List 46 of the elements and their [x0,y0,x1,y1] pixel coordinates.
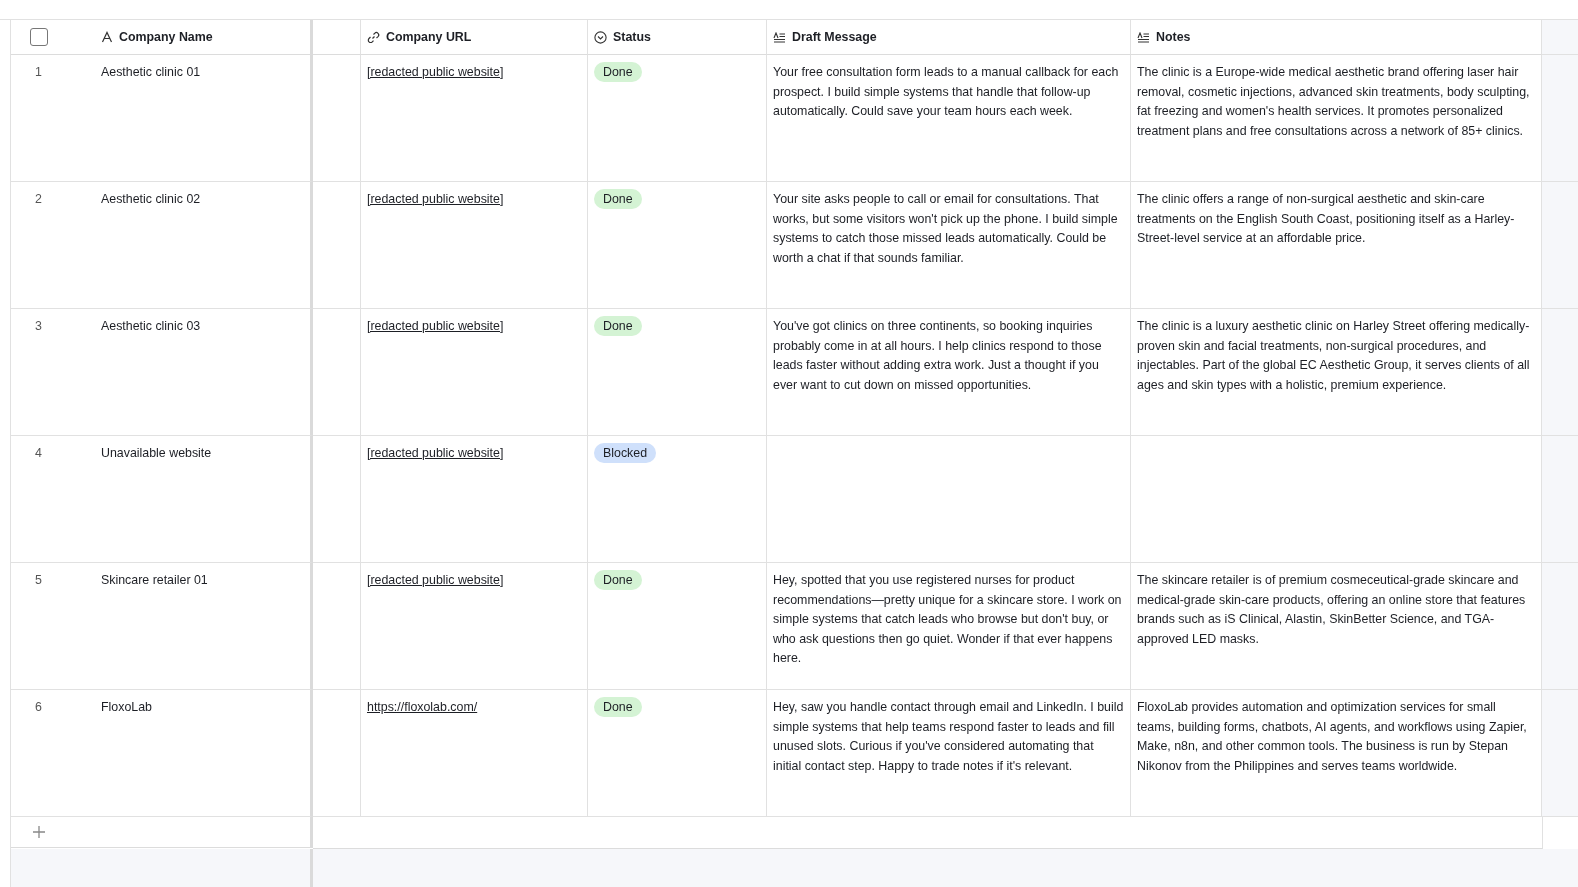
status-tag: Done [594,697,642,717]
status-tag: Done [594,316,642,336]
notes-text: The clinic offers a range of non-surgical aesthetic and skin-care treatments on the English South Coast, positioning itself as a Harley-Street-level service at an affordable price. [1137,192,1515,245]
company-name: Skincare retailer 01 [101,573,208,587]
select-all-checkbox[interactable] [30,28,48,46]
column-header[interactable]: Notes [1131,20,1542,55]
status-tag: Blocked [594,443,657,463]
url-link[interactable]: [redacted public website] [367,192,504,206]
url-link[interactable]: [redacted public website] [367,573,504,587]
notes-text: The clinic is a luxury aesthetic clinic on Harley Street offering medically-proven skin and facial treatments, non-surgical procedures, and injectables. Part of the global EC Aesthetic Group, it serves clients of all ages and skin types with a holistic, premium experience. [1137,319,1530,392]
status-tag: Done [594,62,642,82]
url-link[interactable]: [redacted public website] [367,446,504,460]
draft-message: Hey, saw you handle contact through email and LinkedIn. I build simple systems that help teams respond faster to leads and fill unused slots. Curious if you've considered automating that initial contact step. Happy to trade notes if it's relevant. [773,700,1124,773]
notes-text: The clinic is a Europe-wide medical aesthetic brand offering laser hair removal, cosmetic injections, advanced skin treatments, body sculpting, fat freezing and women's health services. It promotes personalized treatment plans and free consultations across a network of 85+ clinics. [1137,65,1530,138]
draft-message: You've got clinics on three continents, so booking inquiries probably come in at all hours. I help clinics respond to those leads faster without adding extra work. Just a thought if you ever want to cut down on missed opportunities. [773,319,1102,392]
row-number: 6 [35,700,42,714]
column-header[interactable]: Draft Message [767,20,1131,55]
row-number: 3 [35,319,42,333]
company-name: Unavailable website [101,446,212,460]
row-number: 1 [35,65,42,79]
status-tag: Done [594,189,642,209]
link-icon [367,30,380,44]
column-header[interactable]: Status [588,20,767,55]
notes-text: FloxoLab provides automation and optimization services for small teams, building forms, chatbots, AI agents, and workflows using Zapier, Make, n8n, and other common tools. The business is run by Stepan Nikonov from the Philippines and serves teams worldwide. [1137,700,1527,773]
status-tag: Done [594,570,642,590]
notes-text: The skincare retailer is of premium cosmeceutical-grade skincare and medical-grade skin-care products, offering an online store that features brands such as iS Clinical, Alastin, SkinBetter Science, and TGA-approved LED masks. [1137,573,1526,646]
url-link[interactable]: [redacted public website] [367,65,504,79]
column-header[interactable]: Company URL [361,20,588,55]
company-name: Aesthetic clinic 02 [101,192,201,206]
long-text-icon [1137,31,1150,43]
text-field-icon [101,31,113,43]
draft-message: Your site asks people to call or email for consultations. That works, but some visitors won't pick up the phone. I build simple systems to catch those missed leads automatically. Could be worth a chat if that sounds familiar. [773,192,1118,265]
row-number: 2 [35,192,42,206]
url-link[interactable]: https://floxolab.com/ [367,700,478,714]
row-number: 4 [35,446,42,460]
dropdown-field-icon [594,30,607,44]
add-icon[interactable] [33,826,45,838]
draft-message: Your free consultation form leads to a manual callback for each prospect. I build simple systems that handle that follow-up automatically. Could save your team hours each week. [773,65,1119,118]
column-header[interactable]: Company Name [91,20,313,55]
company-name: FloxoLab [101,700,152,714]
url-link[interactable]: [redacted public website] [367,319,504,333]
draft-message: Hey, spotted that you use registered nurses for product recommendations—pretty unique for a skincare store. I work on simple systems that catch leads who browse but don't buy, or who ask questions then go quiet. Wonder if that ever happens here. [773,573,1122,665]
company-name: Aesthetic clinic 01 [101,65,201,79]
row-number: 5 [35,573,42,587]
company-name: Aesthetic clinic 03 [101,319,201,333]
long-text-icon [773,31,786,43]
